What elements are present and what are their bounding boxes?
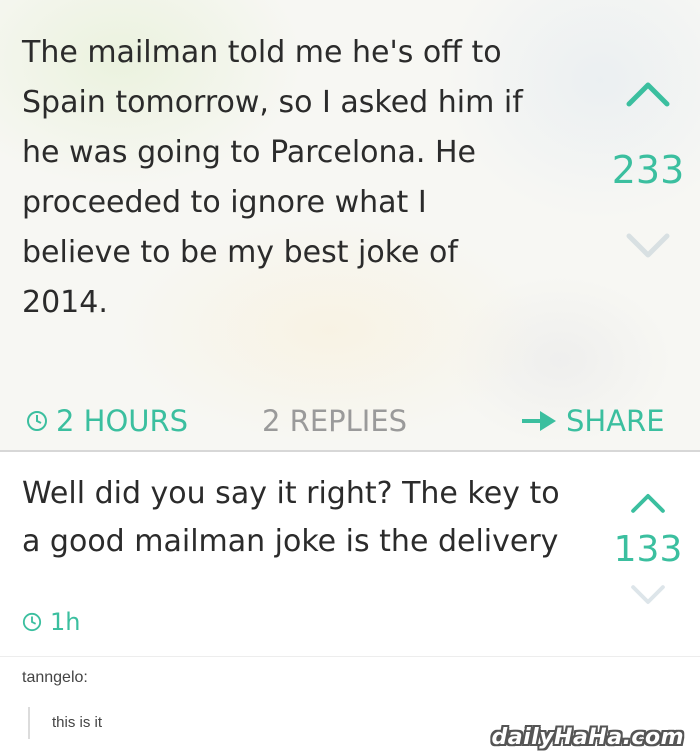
reply-time: 1h <box>22 606 80 638</box>
reply-score: 133 <box>613 529 683 570</box>
clock-icon <box>27 411 47 431</box>
reply-card: Well did you say it right? The key to a … <box>0 454 700 652</box>
tumblr-username[interactable]: tanngelo: <box>22 669 88 687</box>
post-replies-link[interactable]: 2 REPLIES <box>262 398 407 444</box>
post-text: The mailman told me he's off to Spain to… <box>22 35 523 320</box>
tumblr-quote: this is it <box>28 707 102 739</box>
clock-icon <box>22 612 42 632</box>
share-button[interactable]: SHARE <box>520 398 665 444</box>
post-time: 2 HOURS <box>26 398 188 444</box>
post-vote-control: 233 <box>600 80 696 260</box>
chevron-up-icon[interactable] <box>630 492 666 514</box>
post-time-label: 2 HOURS <box>56 404 189 438</box>
share-label: SHARE <box>566 404 665 438</box>
post-replies-label: 2 REPLIES <box>262 404 408 438</box>
share-arrow-icon <box>522 411 556 431</box>
watermark: dailyHaHa.com <box>491 725 684 750</box>
post-score: 233 <box>611 148 685 192</box>
chevron-down-icon[interactable] <box>625 232 671 260</box>
tumblr-section: tanngelo: this is it dailyHaHa.com <box>0 656 700 756</box>
reply-vote-control: 133 <box>600 492 696 606</box>
reply-time-label: 1h <box>50 608 81 636</box>
chevron-up-icon[interactable] <box>625 80 671 108</box>
post-card: The mailman told me he's off to Spain to… <box>0 0 700 452</box>
reply-text: Well did you say it right? The key to a … <box>22 476 560 559</box>
post-meta-row: 2 HOURS 2 REPLIES SHARE <box>26 398 676 444</box>
chevron-down-icon[interactable] <box>630 584 666 606</box>
